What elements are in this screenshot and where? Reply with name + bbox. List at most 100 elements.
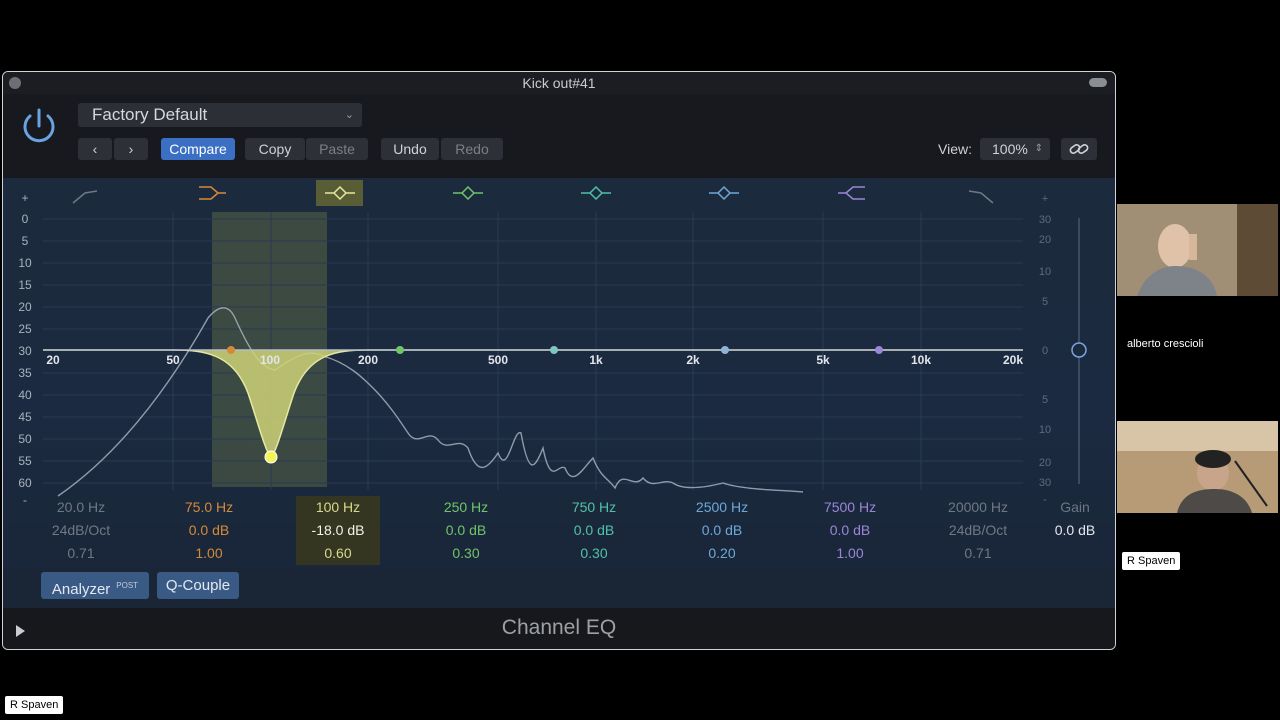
titlebar[interactable]: Kick out#41 (3, 72, 1115, 94)
band-8-freq[interactable]: 20000 Hz (936, 496, 1020, 519)
participant-video-2[interactable] (1117, 421, 1278, 513)
db-tick-label: 5 (22, 234, 29, 248)
band-1-q[interactable]: 0.71 (39, 542, 123, 565)
q-couple-button[interactable]: Q-Couple (157, 572, 239, 599)
band-7-params[interactable]: 7500 Hz 0.0 dB 1.00 (808, 496, 892, 565)
band-4-node[interactable] (396, 346, 404, 354)
band-6-freq[interactable]: 2500 Hz (680, 496, 764, 519)
frequency-tick-label: 50 (166, 353, 180, 367)
band-8-q[interactable]: 0.71 (936, 542, 1020, 565)
next-preset-button[interactable]: › (114, 138, 148, 160)
selected-band-type-background (316, 180, 363, 206)
band-4-gain[interactable]: 0.0 dB (424, 519, 508, 542)
eq-curve-fill (43, 350, 1023, 458)
view-zoom-value: 100% (992, 141, 1028, 157)
stepper-arrows-icon: ⇕ (1034, 143, 1043, 154)
frequency-tick-label: 5k (816, 353, 830, 367)
band-8-params[interactable]: 20000 Hz 24dB/Oct 0.71 (936, 496, 1020, 565)
band-3-gain[interactable]: -18.0 dB (296, 519, 380, 542)
eq-curve (43, 349, 1023, 460)
db-tick-label: 45 (18, 410, 32, 424)
db-tick-label: 35 (18, 366, 32, 380)
gain-tick-label: 30 (1039, 477, 1051, 489)
frequency-tick-label: 1k (589, 353, 603, 367)
analyzer-button[interactable]: Analyzer POST (41, 572, 149, 599)
band-4-freq[interactable]: 250 Hz (424, 496, 508, 519)
view-label: View: (938, 141, 972, 157)
frequency-tick-label: 20 (46, 353, 60, 367)
gain-tick-label: 0 (1042, 345, 1048, 357)
band-8-gain[interactable]: 24dB/Oct (936, 519, 1020, 542)
band-5-freq[interactable]: 750 Hz (552, 496, 636, 519)
gain-tick-label: 5 (1042, 394, 1048, 406)
frequency-tick-label: 500 (488, 353, 508, 367)
band-2-node[interactable] (227, 346, 235, 354)
gain-tick-label: 20 (1039, 457, 1051, 469)
band-4-params[interactable]: 250 Hz 0.0 dB 0.30 (424, 496, 508, 565)
band-2-params[interactable]: 75.0 Hz 0.0 dB 1.00 (167, 496, 251, 565)
plugin-footer: Channel EQ (3, 610, 1115, 649)
bell-band-6-icon[interactable] (709, 185, 739, 201)
paste-button[interactable]: Paste (306, 138, 368, 160)
band-2-freq[interactable]: 75.0 Hz (167, 496, 251, 519)
gain-tick-label: 5 (1042, 296, 1048, 308)
redo-button[interactable]: Redo (441, 138, 503, 160)
band-3-freq[interactable]: 100 Hz (296, 496, 380, 519)
db-tick-label: 55 (18, 454, 32, 468)
band-2-gain[interactable]: 0.0 dB (167, 519, 251, 542)
participant-video-1[interactable] (1117, 204, 1278, 296)
bell-band-4-icon[interactable] (453, 185, 483, 201)
band-6-q[interactable]: 0.20 (680, 542, 764, 565)
link-button[interactable] (1061, 138, 1097, 160)
low-shelf-icon[interactable] (199, 186, 226, 200)
band-7-freq[interactable]: 7500 Hz (808, 496, 892, 519)
high-cut-icon[interactable] (968, 190, 994, 204)
high-shelf-icon[interactable] (838, 186, 865, 200)
band-5-params[interactable]: 750 Hz 0.0 dB 0.30 (552, 496, 636, 565)
band-7-node[interactable] (875, 346, 883, 354)
analyzer-mode: POST (116, 581, 139, 590)
band-6-node[interactable] (721, 346, 729, 354)
gain-tick-label: 20 (1039, 234, 1051, 246)
gain-tick-label: 30 (1039, 214, 1051, 226)
gain-slider-handle[interactable] (1071, 342, 1087, 358)
band-7-gain[interactable]: 0.0 dB (808, 519, 892, 542)
band-1-params[interactable]: 20.0 Hz 24dB/Oct 0.71 (39, 496, 123, 565)
db-tick-label: 50 (18, 432, 32, 446)
band-5-gain[interactable]: 0.0 dB (552, 519, 636, 542)
preset-dropdown[interactable]: Factory Default ⌄ (78, 103, 362, 127)
band-2-q[interactable]: 1.00 (167, 542, 251, 565)
undo-button[interactable]: Undo (381, 138, 439, 160)
db-tick-label: 30 (18, 344, 32, 358)
frequency-tick-label: 100 (260, 353, 280, 367)
participant-1-image (1117, 204, 1278, 296)
power-icon[interactable] (17, 104, 61, 148)
compare-button[interactable]: Compare (161, 138, 235, 160)
band-1-gain[interactable]: 24dB/Oct (39, 519, 123, 542)
band-4-q[interactable]: 0.30 (424, 542, 508, 565)
band-3-node[interactable] (264, 450, 278, 464)
band-1-freq[interactable]: 20.0 Hz (39, 496, 123, 519)
band-3-params[interactable]: 100 Hz -18.0 dB 0.60 (296, 496, 380, 565)
band-3-q[interactable]: 0.60 (296, 542, 380, 565)
low-cut-icon[interactable] (72, 190, 98, 204)
db-tick-label: 60 (18, 476, 32, 490)
output-gain-label: Gain (1060, 499, 1090, 515)
db-tick-label: 20 (18, 300, 32, 314)
copy-button[interactable]: Copy (245, 138, 305, 160)
band-5-node[interactable] (550, 346, 558, 354)
output-gain-value[interactable]: 0.0 dB (1047, 519, 1103, 542)
toolbar-toggle-button[interactable] (1089, 78, 1107, 87)
frequency-scale: 20 50 100 200 500 1k 2k 5k 10k 20k (46, 353, 1023, 367)
view-zoom-stepper[interactable]: 100% ⇕ (980, 138, 1050, 160)
frequency-tick-label: 20k (1003, 353, 1023, 367)
bell-band-5-icon[interactable] (581, 185, 611, 201)
band-6-params[interactable]: 2500 Hz 0.0 dB 0.20 (680, 496, 764, 565)
band-7-q[interactable]: 1.00 (808, 542, 892, 565)
previous-preset-button[interactable]: ‹ (78, 138, 112, 160)
plugin-header: Factory Default ⌄ ‹ › Compare Copy Paste… (3, 94, 1115, 178)
band-6-gain[interactable]: 0.0 dB (680, 519, 764, 542)
db-tick-label: 0 (22, 212, 29, 226)
band-5-q[interactable]: 0.30 (552, 542, 636, 565)
output-gain-params[interactable]: Gain 0.0 dB (1047, 496, 1103, 542)
